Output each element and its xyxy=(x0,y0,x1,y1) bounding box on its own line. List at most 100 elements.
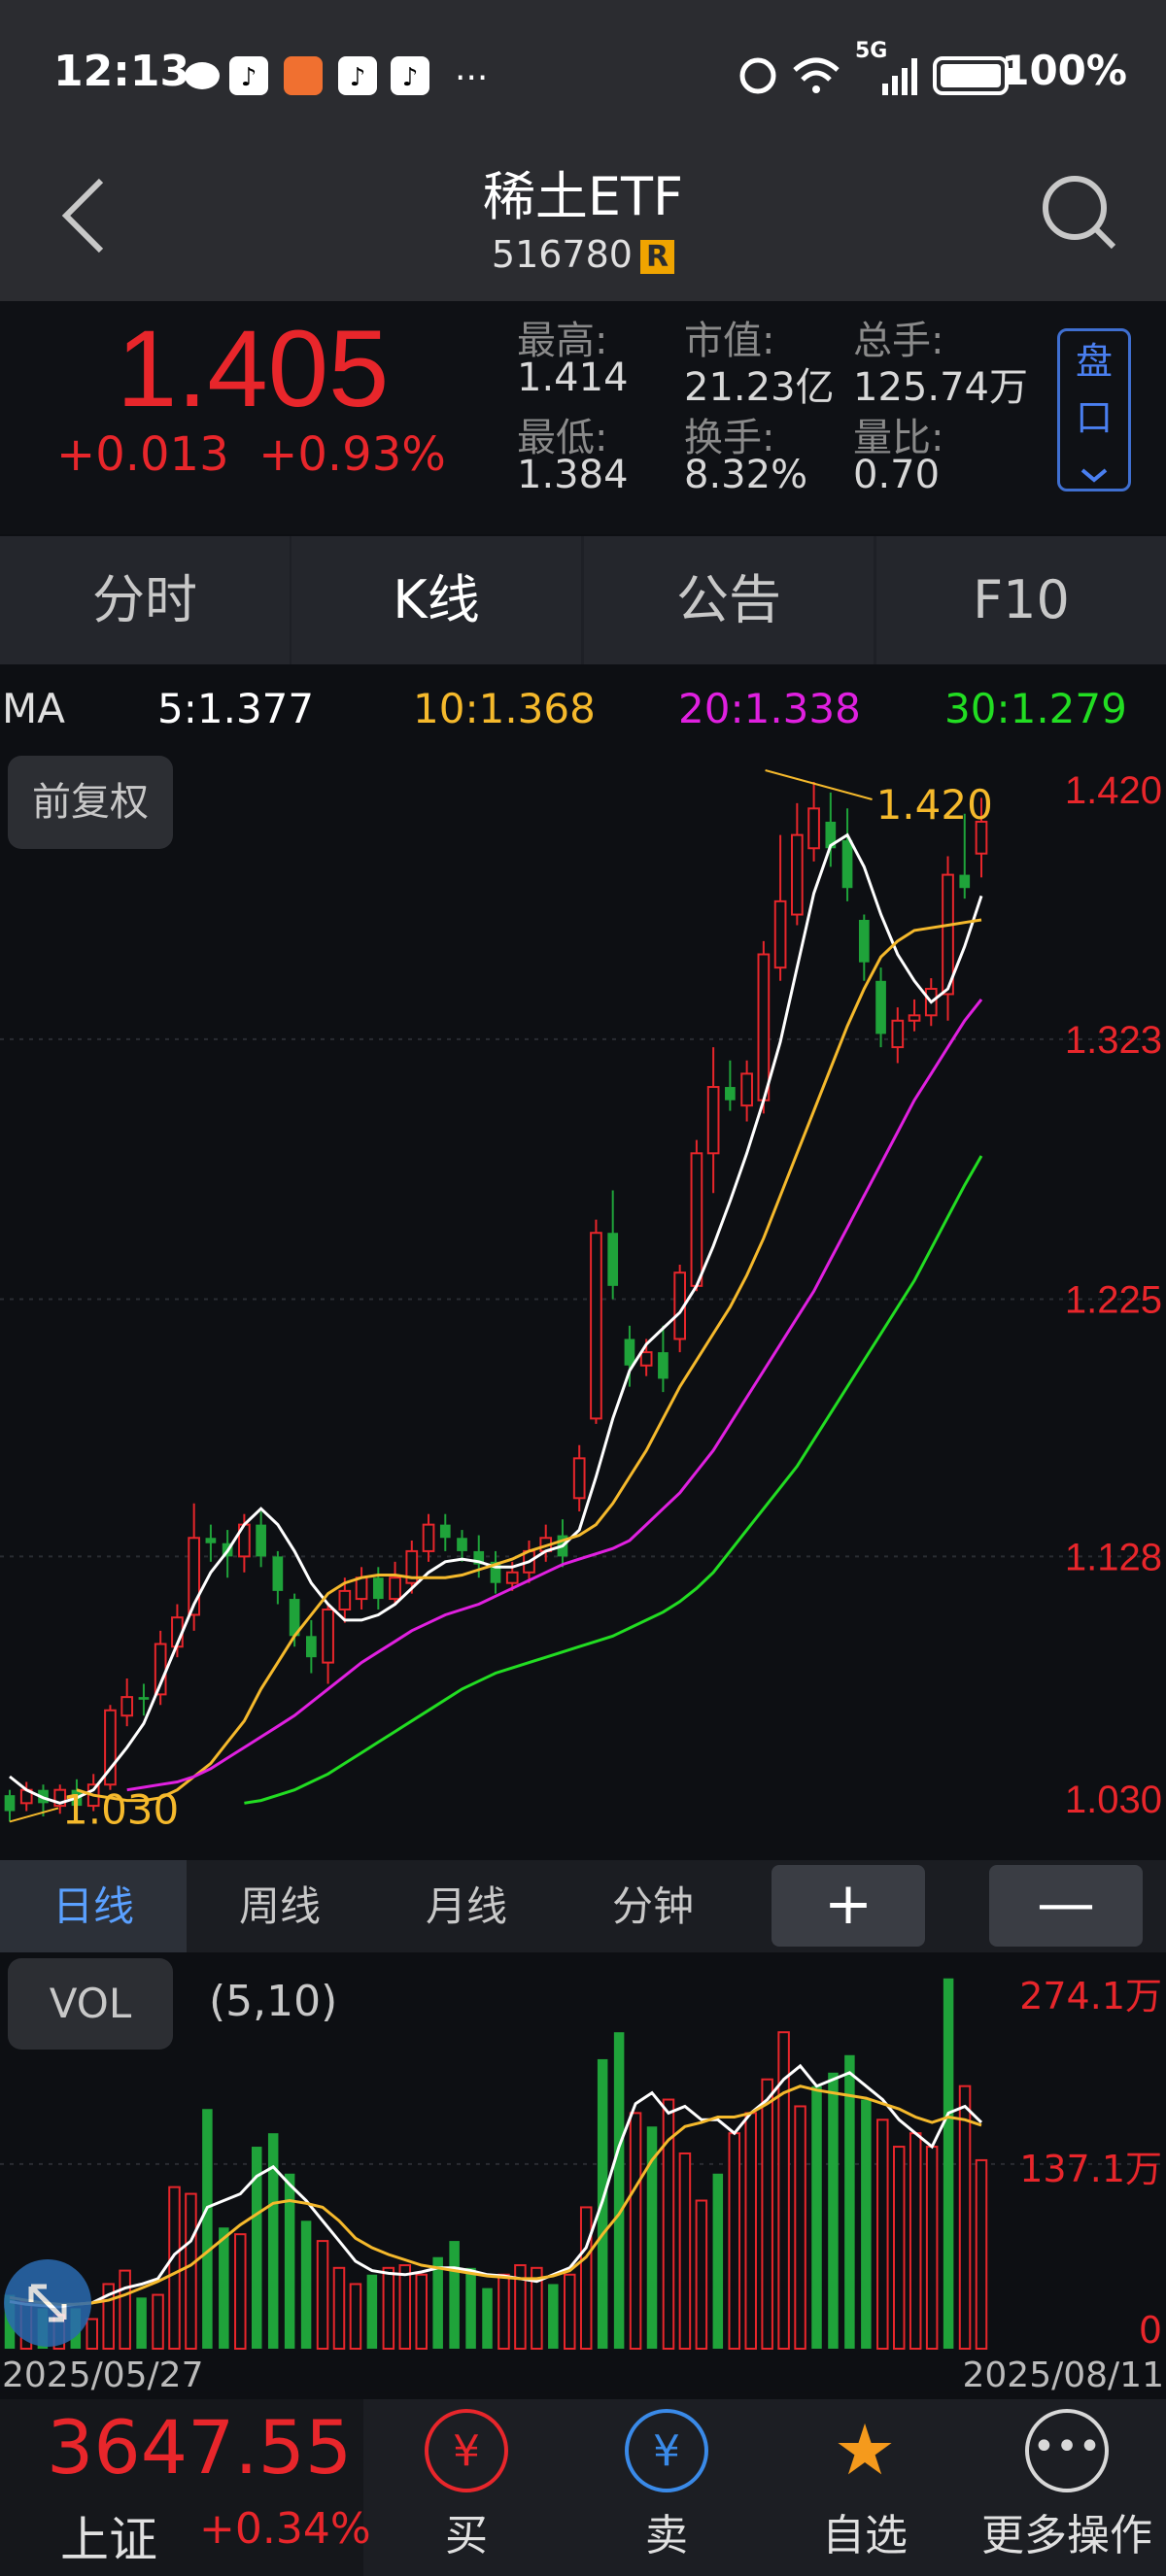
kline-chart[interactable]: 1.420 1.323 1.225 1.128 1.030 1.420 1.030 xyxy=(0,748,1166,1860)
ma30-legend: 30:1.279 xyxy=(944,685,1127,732)
tab-f10[interactable]: F10 xyxy=(876,536,1166,664)
volume-bar xyxy=(202,2109,213,2349)
candle xyxy=(791,802,804,926)
buy-icon: ¥ xyxy=(425,2409,508,2492)
price-axis-label: 1.323 xyxy=(1065,1019,1162,1062)
volume-bar xyxy=(909,2132,922,2350)
candle-body xyxy=(439,1524,451,1539)
adjust-button[interactable]: 前复权 xyxy=(8,756,173,849)
volume-bar xyxy=(185,2192,197,2350)
pankou-button[interactable]: 盘口 xyxy=(1057,328,1131,491)
expand-icon xyxy=(28,2284,67,2322)
pankou-char-0: 盘 xyxy=(1075,340,1113,383)
douyin-icon: ♪ xyxy=(229,56,268,95)
volume-bar xyxy=(152,2293,164,2350)
chevron-down-icon xyxy=(1080,468,1108,483)
price-axis-label: 1.128 xyxy=(1065,1536,1162,1578)
candle-body xyxy=(740,1072,753,1107)
index-name: 上证 xyxy=(60,2512,157,2568)
candle-body xyxy=(338,1589,352,1611)
candle xyxy=(322,1604,334,1684)
volume-bar xyxy=(415,2273,428,2350)
zoom-out-button[interactable]: — xyxy=(989,1865,1143,1947)
expand-chart-button[interactable] xyxy=(4,2259,91,2347)
candle xyxy=(690,1139,703,1292)
high-marker-line xyxy=(765,769,873,800)
volume-bar xyxy=(332,2266,346,2350)
volume-bar xyxy=(925,2146,939,2350)
volume-bar xyxy=(168,2186,181,2350)
candle xyxy=(607,1190,619,1300)
period-minute[interactable]: 分钟 xyxy=(560,1860,746,1952)
battery-level: 100% xyxy=(1001,47,1127,94)
candle-body xyxy=(706,1086,720,1155)
candle xyxy=(439,1513,451,1551)
candle-body xyxy=(807,807,820,850)
ma20-line xyxy=(126,998,983,1792)
end-date: 2025/08/11 xyxy=(962,2356,1165,2395)
volume-bar xyxy=(300,2220,312,2349)
ma5-legend: 5:1.377 xyxy=(157,685,315,732)
tab-announcements[interactable]: 公告 xyxy=(584,536,874,664)
tab-kline[interactable]: K线 xyxy=(292,536,581,664)
notification-icons: ♪ ♪ ♪ xyxy=(183,52,455,103)
more-actions-label: 更多操作 xyxy=(981,2511,1152,2560)
volume-bar xyxy=(579,2206,593,2350)
volume-bar xyxy=(876,2118,889,2350)
candle xyxy=(272,1550,284,1605)
candle xyxy=(4,1789,16,1822)
candle-body xyxy=(590,1232,602,1420)
r-badge: R xyxy=(639,240,675,274)
price-axis-label: 1.225 xyxy=(1065,1279,1162,1322)
candle-body xyxy=(355,1576,368,1601)
wifi-icon xyxy=(793,57,840,93)
tab-intraday[interactable]: 分时 xyxy=(0,536,290,664)
svg-text:♪: ♪ xyxy=(241,63,257,92)
volume-bar xyxy=(449,2241,460,2349)
buy-button[interactable]: ¥ 买 xyxy=(379,2409,554,2562)
price-change: +0.013 +0.93% xyxy=(56,427,446,482)
stat-high-value: 1.414 xyxy=(517,356,629,400)
watchlist-label: 自选 xyxy=(822,2511,908,2560)
search-button[interactable] xyxy=(1038,171,1119,256)
pankou-label: 盘口 xyxy=(1060,333,1128,446)
more-notifications-icon: ··· xyxy=(455,58,489,98)
wechat-icon xyxy=(185,62,220,89)
stat-mktcap-value: 21.23亿 xyxy=(684,365,835,410)
zoom-in-button[interactable]: + xyxy=(772,1865,925,1947)
candle-body xyxy=(773,899,787,969)
security-code: 516780 R xyxy=(0,233,1166,276)
candle xyxy=(490,1550,501,1594)
current-price: 1.405 xyxy=(117,308,390,429)
network-type: 5G xyxy=(855,39,888,63)
candle-body xyxy=(505,1571,519,1584)
volume-chart[interactable]: 274.1万 137.1万 0 xyxy=(0,1952,1166,2353)
more-actions-button[interactable]: ••• 更多操作 xyxy=(979,2409,1154,2562)
volume-bar xyxy=(861,2099,872,2349)
candle xyxy=(355,1567,368,1610)
vol-indicator-button[interactable]: VOL xyxy=(8,1958,173,2050)
candle xyxy=(740,1060,753,1122)
pankou-char-1: 口 xyxy=(1075,396,1113,439)
volume-bar xyxy=(744,2112,757,2350)
watchlist-button[interactable]: ★ 自选 xyxy=(777,2409,952,2562)
sell-button[interactable]: ¥ 卖 xyxy=(579,2409,754,2562)
candle-body xyxy=(624,1339,635,1366)
svg-text:♪: ♪ xyxy=(402,63,419,92)
candle xyxy=(422,1513,435,1562)
candle xyxy=(389,1561,401,1605)
period-daily[interactable]: 日线 xyxy=(0,1860,187,1952)
more-icon: ••• xyxy=(1025,2409,1109,2492)
candle xyxy=(725,1060,736,1111)
period-monthly[interactable]: 月线 xyxy=(373,1860,560,1952)
candle-body xyxy=(757,953,771,1102)
star-icon: ★ xyxy=(833,2409,897,2491)
period-weekly[interactable]: 周线 xyxy=(187,1860,373,1952)
redpacket-icon xyxy=(284,56,323,95)
candle-body xyxy=(372,1577,384,1600)
volume-bar xyxy=(564,2273,576,2350)
stat-turnover-value: 8.32% xyxy=(684,453,808,497)
change-percent: +0.93% xyxy=(258,427,446,482)
sell-icon: ¥ xyxy=(625,2409,708,2492)
candle xyxy=(572,1444,586,1511)
